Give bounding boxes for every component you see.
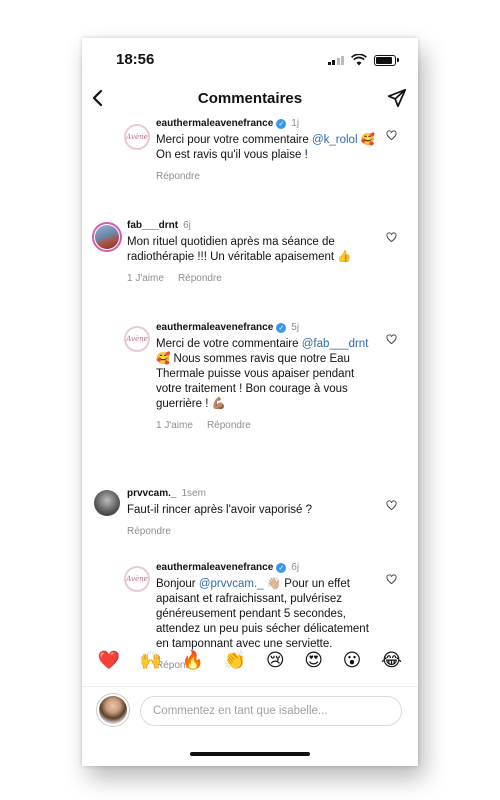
send-icon[interactable] [386, 87, 408, 109]
comment-time: 6j [183, 220, 191, 231]
heart-icon[interactable] [386, 334, 397, 345]
comment-username[interactable]: eauthermaleavenefrance [156, 562, 273, 573]
phone-screen: 18:56 Commentaires Avène eauthermaleaven… [82, 38, 418, 766]
emoji-fire[interactable]: 🔥 [182, 650, 204, 680]
user-avatar[interactable] [94, 490, 120, 516]
heart-icon[interactable] [386, 130, 397, 141]
comment-time: 1sem [181, 488, 206, 499]
current-user-avatar[interactable] [96, 693, 130, 727]
emoji-crying[interactable]: 😢 [266, 650, 285, 680]
brand-avatar[interactable]: Avène [124, 566, 150, 592]
brand-avatar[interactable]: Avène [124, 326, 150, 352]
reply-button[interactable]: Répondre [127, 526, 171, 537]
comment-username[interactable]: eauthermaleavenefrance [156, 322, 273, 333]
header: Commentaires [82, 82, 418, 118]
status-bar: 18:56 [82, 38, 418, 82]
verified-badge-icon: ✓ [276, 118, 287, 129]
page-title: Commentaires [197, 90, 303, 107]
reply-button[interactable]: Répondre [207, 420, 251, 431]
brand-avatar-text: Avène [126, 133, 148, 141]
status-icons [327, 54, 399, 66]
comment-list: Avène eauthermaleavenefrance ✓ 1j Merci … [82, 118, 418, 678]
cellular-signal-icon [327, 55, 344, 65]
comment-time: 5j [291, 322, 300, 333]
comment-text: Bonjour @prvvcam._ 👋🏼 Pour un effet apai… [156, 578, 369, 650]
comment-username[interactable]: eauthermaleavenefrance [156, 118, 273, 129]
mention-link[interactable]: @k_rolol [312, 134, 358, 146]
likes-count[interactable]: 1 J'aime [127, 273, 164, 284]
home-indicator[interactable] [190, 752, 310, 756]
reply-button[interactable]: Répondre [156, 171, 200, 182]
status-time: 18:56 [116, 51, 155, 68]
heart-icon[interactable] [386, 574, 397, 585]
comment-time: 6j [291, 562, 300, 573]
emoji-laughing[interactable]: 😂 [381, 650, 402, 680]
brand-avatar-text: Avène [126, 335, 148, 343]
wifi-icon [351, 54, 367, 66]
user-avatar[interactable] [92, 222, 122, 252]
comment-text: Merci pour votre commentaire @k_rolol 🥰 … [156, 134, 376, 161]
comment-text: Mon rituel quotidien après ma séance de … [127, 236, 352, 263]
emoji-heart[interactable]: ❤️ [98, 650, 120, 680]
emoji-raised-hands[interactable]: 🙌 [140, 650, 162, 680]
emoji-quick-bar: ❤️ 🙌 🔥 👏 😢 😍 😮 😂 [82, 650, 418, 680]
comment-time: 1j [291, 118, 300, 129]
emoji-clap[interactable]: 👏 [224, 650, 246, 680]
brand-avatar[interactable]: Avène [124, 124, 150, 150]
heart-icon[interactable] [386, 500, 397, 511]
comment-text: Merci de votre commentaire @fab___drnt 🥰… [156, 338, 369, 410]
brand-avatar-text: Avène [126, 575, 148, 583]
comment-username[interactable]: fab___drnt [127, 220, 178, 231]
reply-button[interactable]: Répondre [178, 273, 222, 284]
likes-count[interactable]: 1 J'aime [156, 420, 193, 431]
emoji-heart-eyes[interactable]: 😍 [304, 650, 323, 680]
verified-badge-icon: ✓ [276, 322, 287, 333]
mention-link[interactable]: @prvvcam._ [199, 578, 264, 590]
battery-level [376, 56, 393, 64]
comment-username[interactable]: prvvcam._ [127, 488, 176, 499]
heart-icon[interactable] [386, 232, 397, 243]
comment-input[interactable] [140, 696, 402, 726]
comment-text: Faut-il rincer après l'avoir vaporisé ? [127, 504, 312, 516]
battery-icon [374, 54, 399, 66]
mention-link[interactable]: @fab___drnt [302, 338, 369, 350]
emoji-surprised[interactable]: 😮 [343, 650, 362, 680]
comment-composer [82, 686, 418, 727]
verified-badge-icon: ✓ [276, 562, 287, 573]
